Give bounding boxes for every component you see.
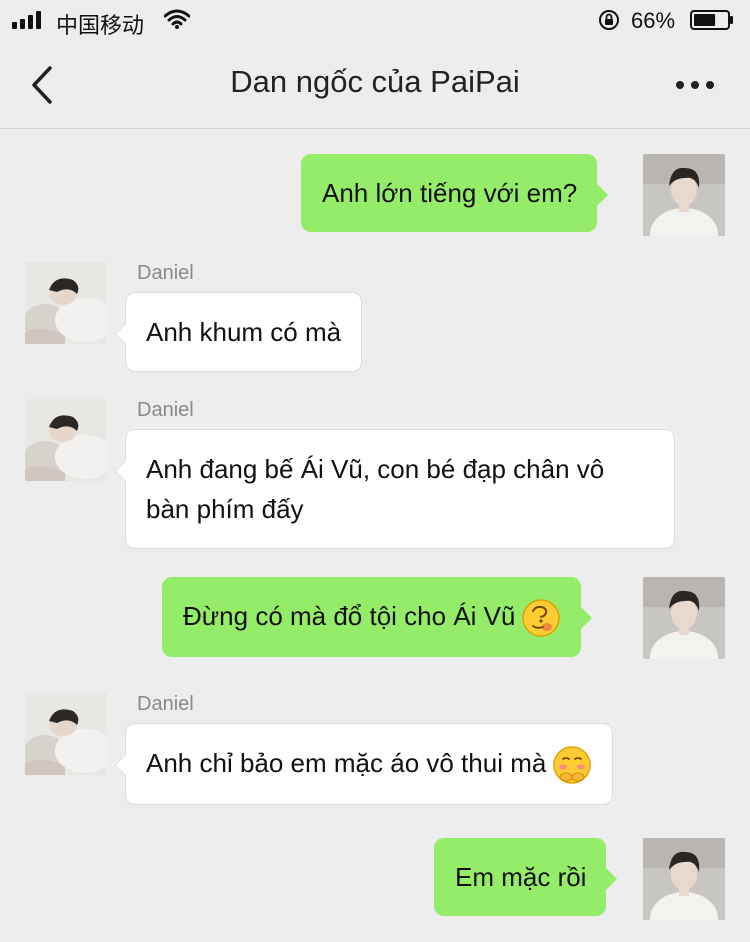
message-text: Đừng có mà đổ tội cho Ái Vũ — [183, 601, 516, 631]
avatar-image — [643, 154, 725, 236]
status-bar: 中国移动 66% — [0, 0, 750, 42]
shy-emoji-icon — [553, 746, 592, 784]
signal-strength-icon — [12, 11, 41, 29]
sent-message-bubble[interactable]: Đừng có mà đổ tội cho Ái Vũ — [162, 577, 593, 658]
sent-message-bubble[interactable]: Anh lớn tiếng với em? — [301, 154, 609, 232]
my-avatar[interactable] — [643, 838, 725, 920]
avatar-image — [643, 577, 725, 659]
received-message-bubble[interactable]: Anh chỉ bảo em mặc áo vô thui mà — [114, 723, 614, 806]
chat-title: Dan ngốc của PaiPai — [230, 64, 520, 99]
avatar-image — [25, 262, 107, 344]
sender-name: Daniel — [137, 399, 194, 421]
chat-header: Dan ngốc của PaiPai — [0, 42, 750, 129]
wifi-icon — [164, 9, 190, 29]
received-message-bubble[interactable]: Anh khum có mà — [114, 292, 363, 372]
more-options-icon[interactable] — [675, 78, 715, 92]
avatar-image — [25, 693, 107, 775]
received-message-bubble[interactable]: Anh đang bế Ái Vũ, con bé đạp chân vô bà… — [115, 429, 675, 549]
message-text: Anh khum có mà — [146, 317, 342, 347]
my-avatar[interactable] — [643, 577, 725, 659]
sent-message-bubble[interactable]: Em mặc rồi — [434, 838, 618, 916]
message-text: Anh đang bế Ái Vũ, con bé đạp chân vô bà… — [146, 454, 605, 524]
message-text: Anh chỉ bảo em mặc áo vô thui mà — [146, 748, 547, 778]
sender-name: Daniel — [137, 262, 194, 284]
my-avatar[interactable] — [643, 154, 725, 236]
avatar-image — [25, 399, 107, 481]
sender-name: Daniel — [137, 693, 194, 715]
avatar-image — [643, 838, 725, 920]
daniel-avatar[interactable] — [25, 399, 107, 481]
thinking-emoji-icon — [522, 599, 561, 637]
daniel-avatar[interactable] — [25, 262, 107, 344]
battery-icon — [690, 10, 733, 30]
battery-percentage: 66% — [631, 8, 676, 33]
daniel-avatar[interactable] — [25, 693, 107, 775]
carrier-name: 中国移动 — [56, 13, 145, 38]
message-text: Em mặc rồi — [455, 862, 587, 892]
rotation-lock-icon — [599, 10, 619, 30]
message-text: Anh lớn tiếng với em? — [322, 178, 578, 208]
